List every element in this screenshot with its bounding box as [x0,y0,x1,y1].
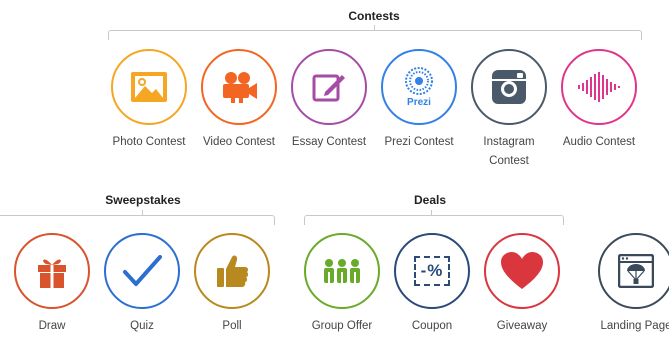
photo-icon [130,71,168,103]
deals-bracket [304,215,564,225]
sweepstakes-item-draw[interactable]: Draw [2,233,102,336]
coupon-icon: -% [413,256,451,286]
sweepstakes-label: Poll [222,320,242,332]
gift-icon [34,253,70,289]
heart-icon [501,252,543,290]
contest-label: Instagram Contest [483,136,535,167]
audio-contest-circle [561,49,637,125]
contest-item-photo[interactable]: Photo Contest [99,49,199,152]
sweepstakes-item-poll[interactable]: Poll [182,233,282,336]
instagram-icon [491,69,527,105]
prezi-contest-circle: Prezi [381,49,457,125]
contests-bracket-tick [374,25,375,31]
landing-page-circle [598,233,669,309]
sweepstakes-bracket-tick [142,210,143,216]
sweepstakes-bracket [0,215,275,225]
sweepstakes-label: Quiz [130,320,154,332]
edit-pencil-icon [311,69,347,105]
deals-item-giveaway[interactable]: Giveaway [472,233,572,336]
contest-label: Video Contest [202,136,276,148]
video-camera-icon [219,70,259,104]
checkmark-icon [122,254,162,288]
giveaway-circle [484,233,560,309]
prezi-icon: Prezi [404,66,434,108]
contest-item-essay[interactable]: Essay Contest [279,49,379,152]
sweepstakes-heading: Sweepstakes [105,193,181,207]
instagram-contest-circle [471,49,547,125]
draw-circle [14,233,90,309]
contest-label: Photo Contest [112,136,186,148]
deals-bracket-tick [431,210,432,216]
thumbs-up-icon [215,253,249,289]
group-icon [322,258,362,284]
quiz-circle [104,233,180,309]
audio-wave-icon [577,72,621,102]
group-offer-circle [304,233,380,309]
essay-contest-circle [291,49,367,125]
landing-page-label: Landing Page [600,320,669,332]
sweepstakes-label: Draw [38,320,66,332]
coupon-circle: -% [394,233,470,309]
contests-heading: Contests [348,9,400,23]
deals-item-group-offer[interactable]: Group Offer [292,233,392,336]
landing-page-icon [618,254,654,288]
sweepstakes-item-quiz[interactable]: Quiz [92,233,192,336]
video-contest-circle [201,49,277,125]
deals-label: Coupon [411,320,453,332]
contest-label: Audio Contest [562,136,636,148]
deals-label: Group Offer [311,320,373,332]
deals-label: Giveaway [496,320,548,332]
contest-label: Prezi Contest [384,136,454,148]
contests-bracket [108,30,642,40]
poll-circle [194,233,270,309]
prezi-icon-text: Prezi [407,97,431,108]
contest-item-instagram[interactable]: Instagram Contest [459,49,559,171]
photo-contest-circle [111,49,187,125]
contest-item-audio[interactable]: Audio Contest [549,49,649,152]
contest-label: Essay Contest [291,136,367,148]
deals-item-coupon[interactable]: -% Coupon [382,233,482,336]
contest-item-video[interactable]: Video Contest [189,49,289,152]
landing-page-item[interactable]: Landing Page [586,233,669,336]
deals-heading: Deals [413,193,447,207]
contest-item-prezi[interactable]: Prezi Prezi Contest [369,49,469,152]
